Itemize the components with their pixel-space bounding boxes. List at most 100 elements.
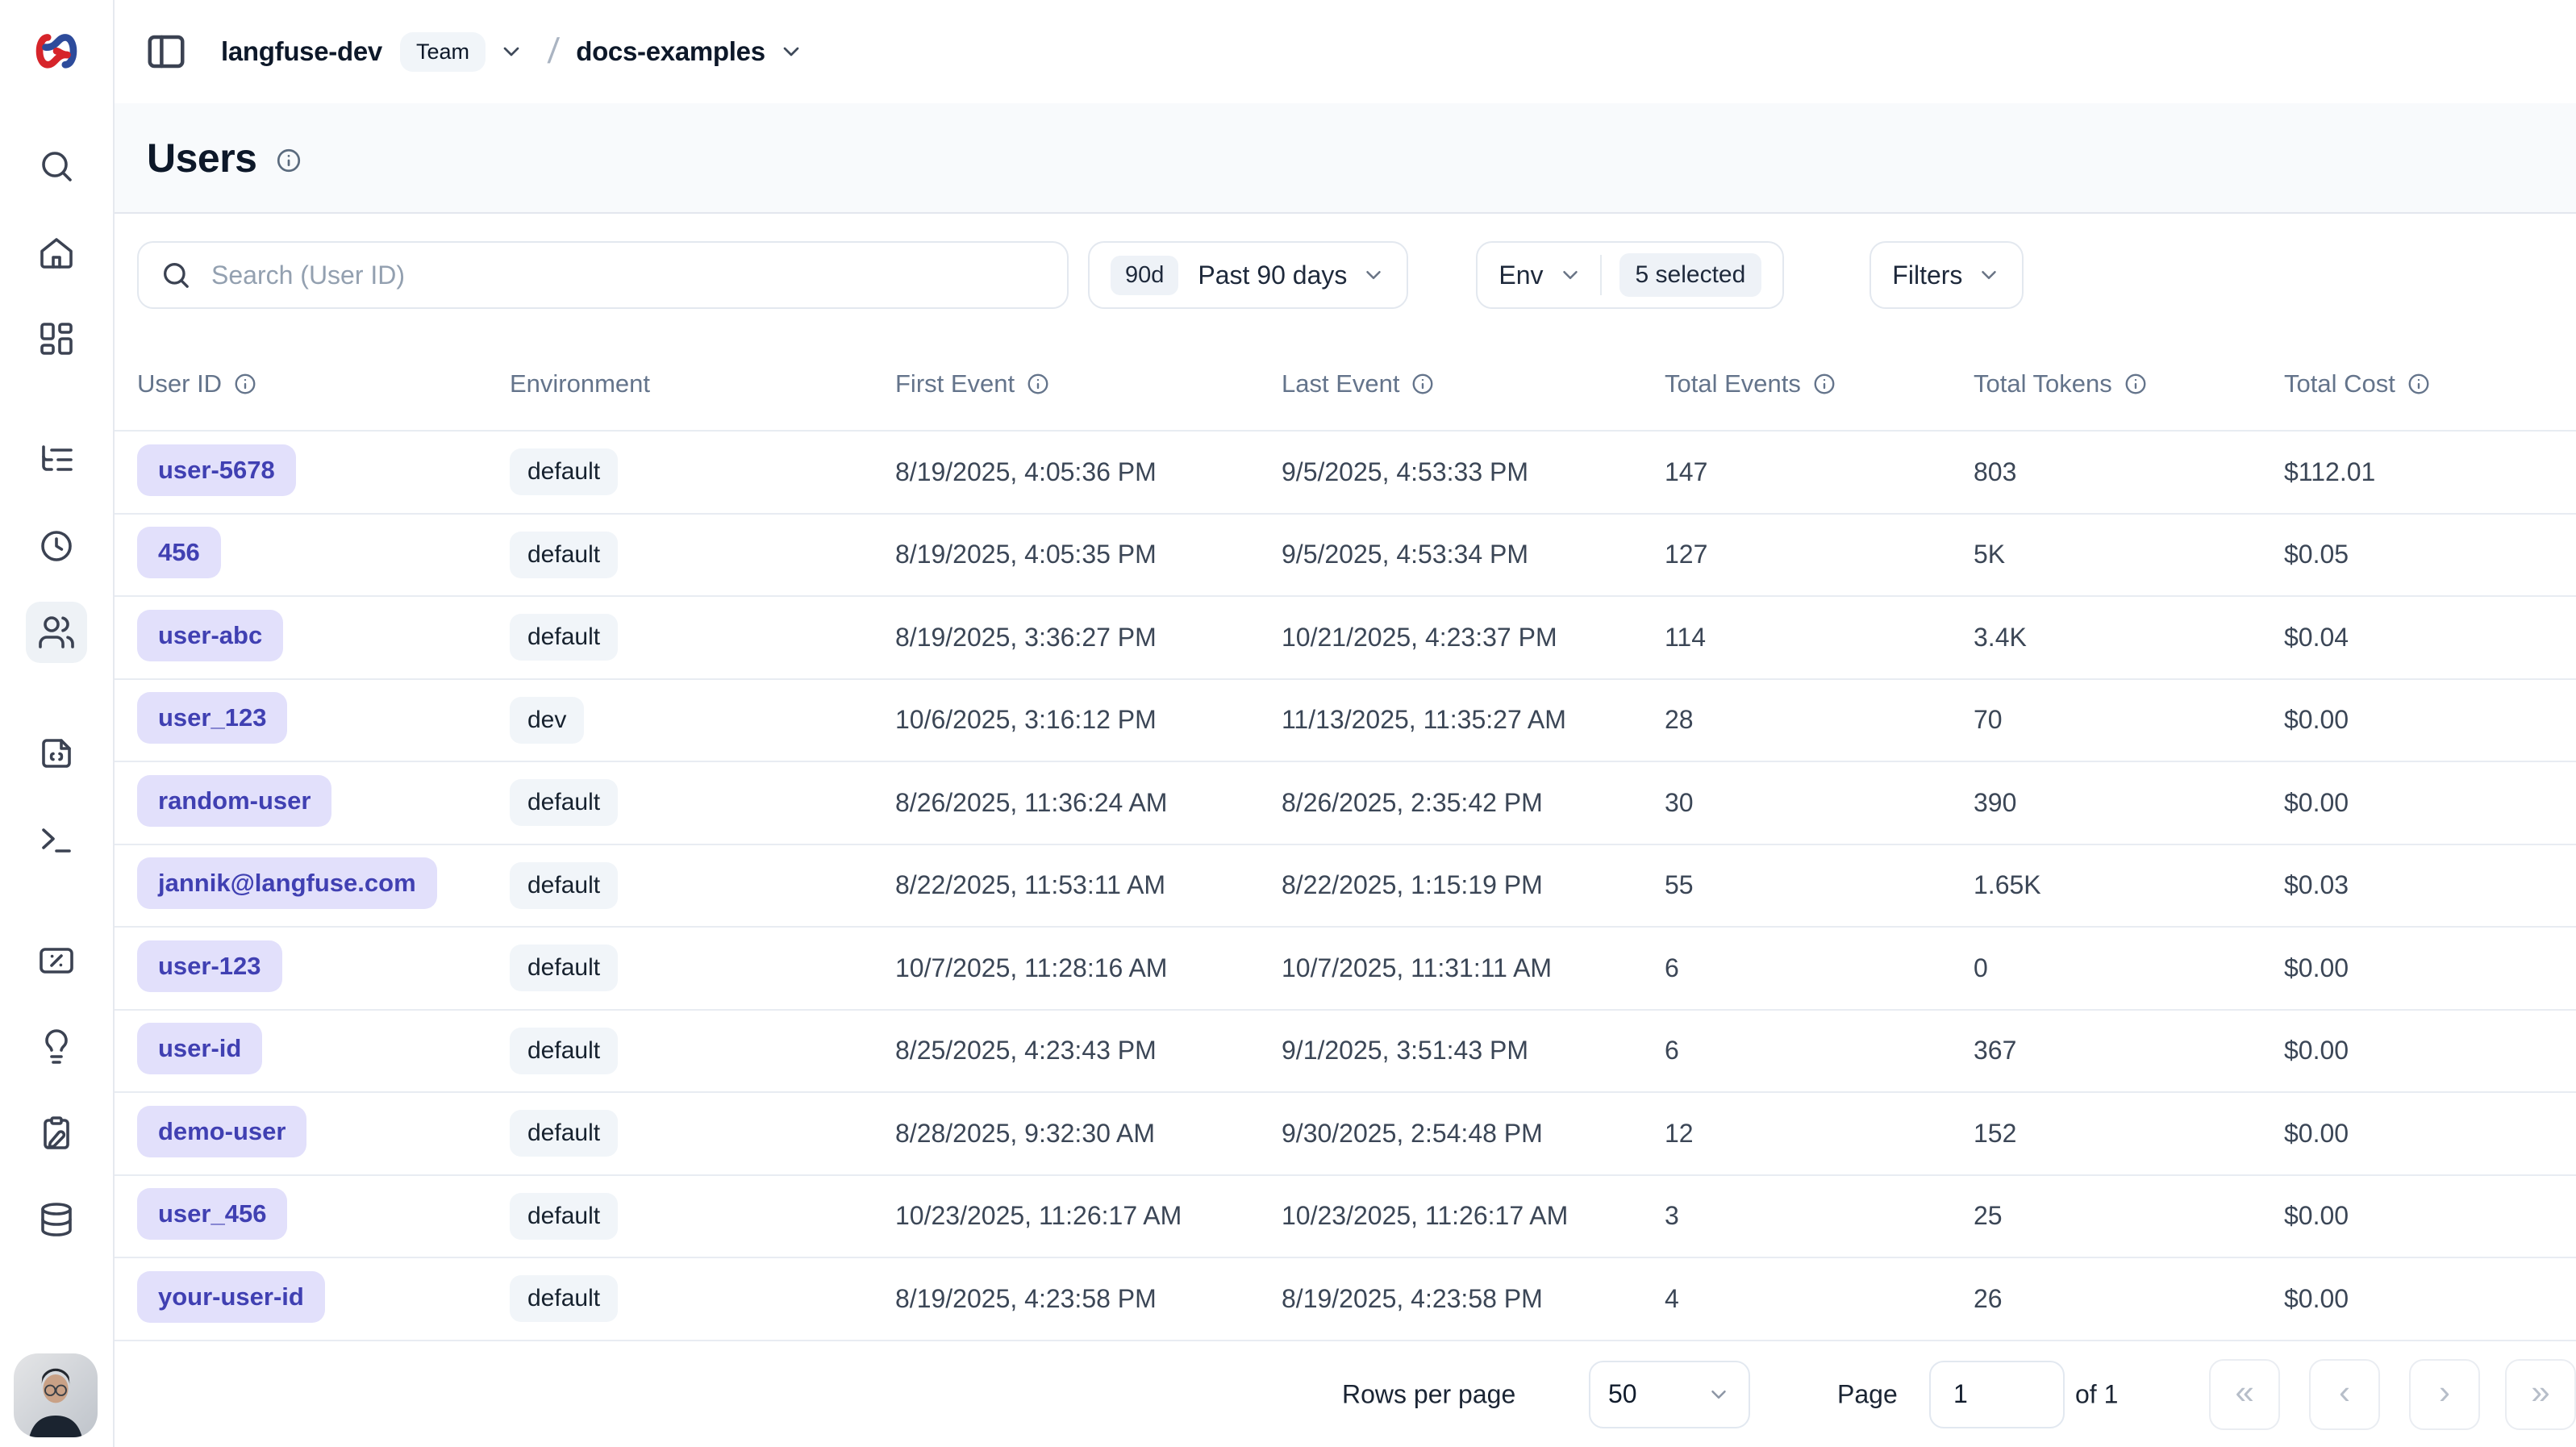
last-event-cell: 9/5/2025, 4:53:33 PM (1282, 457, 1528, 486)
environment-filter-button[interactable]: Env 5 selected (1476, 241, 1784, 309)
sidebar-item-dashboards[interactable] (31, 313, 82, 365)
previous-page-button[interactable]: ‹ (2309, 1359, 2380, 1430)
table-row[interactable]: user-123default10/7/2025, 11:28:16 AM10/… (113, 926, 2576, 1009)
org-selector[interactable]: langfuse-dev Team (221, 32, 524, 72)
environment-badge: default (510, 1275, 618, 1322)
total-tokens-cell: 803 (1974, 457, 2016, 486)
project-selector[interactable]: docs-examples (576, 36, 804, 67)
user-id-link[interactable]: your-user-id (137, 1271, 325, 1323)
env-selected-badge: 5 selected (1619, 253, 1762, 297)
page-header: Users (113, 103, 2576, 214)
sidebar-item-annotation[interactable] (31, 1107, 82, 1159)
file-code-icon (37, 734, 76, 773)
table-row[interactable]: user-iddefault8/25/2025, 4:23:43 PM9/1/2… (113, 1009, 2576, 1092)
sidebar-item-tracing[interactable] (31, 434, 82, 486)
next-page-button[interactable]: › (2409, 1359, 2480, 1430)
table-footer: Rows per page 50 Page of 1 « ‹ › » (113, 1340, 2576, 1447)
total-cost-cell: $0.05 (2284, 540, 2349, 569)
column-header-total-tokens[interactable]: Total Tokens (1974, 369, 2284, 398)
first-event-cell: 10/23/2025, 11:26:17 AM (895, 1201, 1182, 1230)
column-label: Total Tokens (1974, 369, 2112, 398)
sidebar-item-prompts[interactable] (31, 728, 82, 779)
sidebar-item-playground[interactable] (31, 814, 82, 865)
total-cost-cell: $0.00 (2284, 1284, 2349, 1313)
environment-badge: dev (510, 697, 584, 744)
total-events-cell: 30 (1665, 788, 1694, 817)
info-icon (2407, 372, 2431, 396)
filters-label: Filters (1892, 261, 1962, 290)
table-row[interactable]: user_123dev10/6/2025, 3:16:12 PM11/13/20… (113, 678, 2576, 761)
info-icon (233, 372, 257, 396)
user-id-link[interactable]: jannik@langfuse.com (137, 857, 437, 909)
user-id-link[interactable]: user-5678 (137, 444, 296, 496)
sidebar-item-search[interactable] (31, 140, 82, 192)
sidebar-item-insights[interactable] (31, 1021, 82, 1073)
search-input[interactable] (210, 260, 1046, 291)
sidebar-item-home[interactable] (31, 227, 82, 278)
table-row[interactable]: user_456default10/23/2025, 11:26:17 AM10… (113, 1174, 2576, 1257)
total-tokens-cell: 1.65K (1974, 870, 2041, 899)
sidebar-item-datasets[interactable] (31, 1194, 82, 1245)
last-event-cell: 8/26/2025, 2:35:42 PM (1282, 788, 1543, 817)
table-row[interactable]: random-userdefault8/26/2025, 11:36:24 AM… (113, 761, 2576, 844)
filters-button[interactable]: Filters (1869, 241, 2024, 309)
info-icon[interactable] (275, 147, 302, 174)
sidebar-item-users[interactable] (26, 602, 87, 663)
total-tokens-cell: 152 (1974, 1119, 2016, 1148)
first-event-cell: 8/19/2025, 3:36:27 PM (895, 623, 1157, 652)
table-row[interactable]: your-user-iddefault8/19/2025, 4:23:58 PM… (113, 1257, 2576, 1340)
column-header-total-events[interactable]: Total Events (1665, 369, 1974, 398)
sidebar-item-sessions[interactable] (31, 520, 82, 572)
column-header-user-id[interactable]: User ID (137, 369, 510, 398)
last-event-cell: 8/22/2025, 1:15:19 PM (1282, 870, 1543, 899)
langfuse-logo[interactable] (0, 0, 113, 103)
column-label: Environment (510, 369, 650, 398)
environment-badge: default (510, 448, 618, 495)
user-id-link[interactable]: random-user (137, 775, 331, 827)
dashboard-grid-icon (37, 319, 76, 358)
table-row[interactable]: user-abcdefault8/19/2025, 3:36:27 PM10/2… (113, 595, 2576, 678)
total-tokens-cell: 3.4K (1974, 623, 2027, 652)
user-id-link[interactable]: user-abc (137, 610, 283, 661)
first-page-button[interactable]: « (2209, 1359, 2280, 1430)
first-event-cell: 10/7/2025, 11:28:16 AM (895, 953, 1167, 982)
project-name: docs-examples (576, 36, 765, 67)
rows-per-page-select[interactable]: 50 (1589, 1361, 1750, 1428)
user-id-link[interactable]: user-123 (137, 940, 282, 992)
table-row[interactable]: jannik@langfuse.comdefault8/22/2025, 11:… (113, 844, 2576, 927)
total-tokens-cell: 0 (1974, 953, 1988, 982)
user-id-link[interactable]: user-id (137, 1023, 262, 1074)
user-id-link[interactable]: 456 (137, 527, 221, 578)
column-header-environment[interactable]: Environment (510, 369, 895, 398)
user-avatar[interactable] (14, 1353, 98, 1437)
total-cost-cell: $0.00 (2284, 953, 2349, 982)
last-event-cell: 9/5/2025, 4:53:34 PM (1282, 540, 1528, 569)
total-events-cell: 55 (1665, 870, 1694, 899)
total-cost-cell: $0.00 (2284, 705, 2349, 734)
column-label: First Event (895, 369, 1015, 398)
total-events-cell: 12 (1665, 1119, 1694, 1148)
info-icon (1411, 372, 1435, 396)
sidebar-item-evaluation[interactable] (31, 935, 82, 986)
user-id-link[interactable]: user_456 (137, 1188, 287, 1240)
sidebar-toggle-button[interactable] (144, 29, 189, 74)
environment-badge: default (510, 779, 618, 826)
user-id-link[interactable]: user_123 (137, 692, 287, 744)
info-icon (1026, 372, 1050, 396)
column-header-total-cost[interactable]: Total Cost (2284, 369, 2576, 398)
timerange-button[interactable]: 90d Past 90 days (1088, 241, 1408, 309)
table-row[interactable]: 456default8/19/2025, 4:05:35 PM9/5/2025,… (113, 513, 2576, 596)
environment-badge: default (510, 945, 618, 991)
column-header-first-event[interactable]: First Event (895, 369, 1282, 398)
first-event-cell: 8/19/2025, 4:05:36 PM (895, 457, 1157, 486)
table-row[interactable]: user-5678 default 8/19/2025, 4:05:36 PM 9/5… (113, 430, 2576, 513)
total-events-cell: 28 (1665, 705, 1694, 734)
total-cost-cell: $112.01 (2284, 457, 2375, 486)
page-number-input[interactable] (1929, 1361, 2065, 1428)
user-id-link[interactable]: demo-user (137, 1106, 306, 1157)
total-tokens-cell: 5K (1974, 540, 2005, 569)
column-header-last-event[interactable]: Last Event (1282, 369, 1665, 398)
last-event-cell: 10/21/2025, 4:23:37 PM (1282, 623, 1557, 652)
table-row[interactable]: demo-userdefault8/28/2025, 9:32:30 AM9/3… (113, 1091, 2576, 1174)
last-page-button[interactable]: » (2505, 1359, 2576, 1430)
